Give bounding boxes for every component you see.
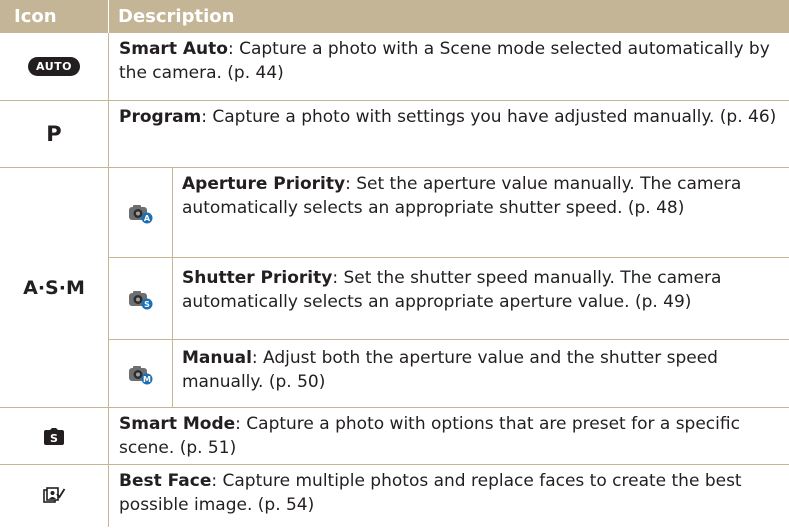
aperture-priority-icon: A [128, 204, 152, 223]
row-description: Smart Auto: Capture a photo with a Scene… [119, 37, 781, 85]
shutter-priority-icon: S [128, 290, 152, 309]
table-row: P Program: Capture a photo with settings… [0, 101, 789, 168]
sub-row-description: Shutter Priority: Set the shutter speed … [182, 266, 781, 314]
icon-column-header: Icon [14, 6, 57, 27]
program-mode-icon: P [46, 122, 62, 146]
table-row: A·S·M A Aperture Priority: Set the apert… [0, 168, 789, 408]
mode-text: : Adjust both the aperture value and the… [182, 348, 718, 392]
icon-cell: AUTO [0, 33, 108, 100]
row-description: Smart Mode: Capture a photo with options… [119, 412, 781, 460]
description-cell: Program: Capture a photo with settings y… [108, 101, 789, 167]
table-header: Icon Description [0, 0, 789, 33]
best-face-icon [43, 487, 66, 503]
auto-mode-icon: AUTO [28, 57, 80, 76]
mode-title: Smart Auto [119, 39, 228, 59]
mode-title: Shutter Priority [182, 268, 333, 288]
sub-icon-cell: A [109, 168, 173, 257]
icon-cell: S [0, 408, 108, 464]
asm-mode-icon: A·S·M [23, 276, 85, 299]
description-cell: Smart Auto: Capture a photo with a Scene… [108, 33, 789, 100]
svg-text:M: M [143, 375, 151, 384]
table-row: Best Face: Capture multiple photos and r… [0, 465, 789, 527]
description-cell: Smart Mode: Capture a photo with options… [108, 408, 789, 464]
description-cell: A Aperture Priority: Set the aperture va… [108, 168, 789, 407]
row-description: Best Face: Capture multiple photos and r… [119, 469, 781, 517]
sub-row-description: Aperture Priority: Set the aperture valu… [182, 172, 781, 220]
manual-mode-icon: M [128, 365, 152, 384]
sub-row-manual: M Manual: Adjust both the aperture value… [109, 340, 789, 407]
mode-title: Manual [182, 348, 252, 368]
mode-title: Smart Mode [119, 414, 236, 434]
svg-text:S: S [144, 300, 150, 309]
table-row: AUTO Smart Auto: Capture a photo with a … [0, 33, 789, 101]
sub-row-aperture: A Aperture Priority: Set the aperture va… [109, 168, 789, 257]
mode-text: : Capture multiple photos and replace fa… [119, 471, 742, 515]
icon-cell [0, 465, 108, 527]
icon-cell: A·S·M [0, 168, 108, 407]
mode-title: Aperture Priority [182, 174, 346, 194]
sub-row-shutter: S Shutter Priority: Set the shutter spee… [109, 258, 789, 339]
header-divider [108, 0, 109, 33]
description-cell: Best Face: Capture multiple photos and r… [108, 465, 789, 527]
sub-icon-cell: M [109, 340, 173, 407]
sub-row-description: Manual: Adjust both the aperture value a… [182, 346, 781, 394]
svg-text:S: S [50, 432, 58, 445]
description-column-header: Description [118, 6, 235, 27]
mode-title: Program [119, 107, 202, 127]
mode-text: : Capture a photo with settings you have… [201, 107, 777, 127]
svg-text:A: A [143, 214, 150, 223]
smart-mode-icon: S [44, 428, 64, 445]
mode-title: Best Face [119, 471, 212, 491]
icon-cell: P [0, 101, 108, 167]
sub-icon-cell: S [109, 258, 173, 339]
row-description: Program: Capture a photo with settings y… [119, 105, 781, 129]
table-row: S Smart Mode: Capture a photo with optio… [0, 408, 789, 465]
